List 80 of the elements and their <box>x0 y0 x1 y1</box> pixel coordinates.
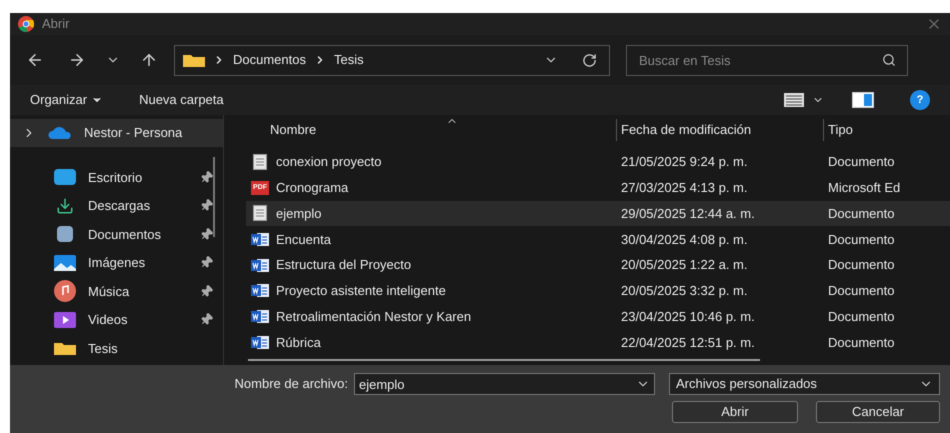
word-document-icon <box>251 258 269 273</box>
sidebar-label: Nestor - Persona <box>84 124 182 142</box>
column-header[interactable]: Fecha de modificación <box>616 119 823 141</box>
music-icon <box>54 280 76 302</box>
address-bar[interactable]: Documentos Tesis <box>174 44 610 76</box>
filename-field[interactable]: ejemplo <box>354 373 655 395</box>
documents-icon <box>57 226 73 242</box>
file-row[interactable]: Rúbrica 22/04/2025 12:51 p. m. Documento <box>246 330 950 356</box>
word-document-icon <box>251 334 269 350</box>
filename-label: Nombre de archivo: <box>234 375 348 394</box>
file-row[interactable]: conexion proyecto 21/05/2025 9:24 p. m. Documento <box>246 149 950 175</box>
file-row[interactable]: Estructura del Proyecto 20/05/2025 1:22 a. m. Documento <box>246 252 950 278</box>
file-name: Cronograma <box>276 178 348 197</box>
file-type: Documento <box>827 334 894 352</box>
file-row[interactable]: Encuenta 30/04/2025 4:08 p. m. Documento <box>246 226 950 252</box>
modified-date: 29/05/2025 12:44 a. m. <box>620 204 756 223</box>
modified-date: 20/05/2025 3:32 p. m. <box>620 282 748 300</box>
sidebar-item[interactable]: Descargas <box>54 192 213 220</box>
folder-icon <box>54 341 76 356</box>
search-field[interactable]: Buscar en Tesis <box>626 44 908 76</box>
search-icon <box>882 52 896 66</box>
sidebar-item[interactable]: Videos <box>54 306 213 334</box>
file-name: Rúbrica <box>276 334 321 352</box>
file-name: Proyecto asistente inteligente <box>276 282 446 300</box>
download-icon <box>56 196 74 215</box>
file-type-dropdown[interactable]: Archivos personalizados <box>669 373 940 395</box>
modified-date: 22/04/2025 12:51 p. m. <box>620 334 756 352</box>
modified-date: 27/03/2025 4:13 p. m. <box>620 178 748 197</box>
file-type: Documento <box>827 153 894 172</box>
video-icon <box>54 312 76 328</box>
preview-pane-icon[interactable] <box>852 92 874 108</box>
sidebar-item[interactable]: Escritorio <box>54 163 213 192</box>
up-icon[interactable] <box>140 51 158 69</box>
modified-date: 30/04/2025 4:08 p. m. <box>620 230 748 249</box>
window-title: Abrir <box>42 15 70 34</box>
view-list-icon[interactable] <box>784 93 804 107</box>
file-row[interactable]: Proyecto asistente inteligente 20/05/2025 3:32 p. m. Documento <box>246 278 950 304</box>
file-type: Documento <box>827 308 894 326</box>
sidebar-item[interactable]: Documentos <box>54 220 213 248</box>
browser-logo-icon <box>18 16 34 32</box>
word-document-icon <box>251 232 269 247</box>
text-file-icon <box>253 205 267 222</box>
modified-date: 21/05/2025 9:24 p. m. <box>620 153 748 172</box>
word-document-icon <box>251 283 269 298</box>
modified-date: 23/04/2025 10:46 p. m. <box>620 308 756 326</box>
sidebar-item[interactable]: Imágenes <box>54 248 213 277</box>
column-header[interactable]: Nombre <box>246 119 616 141</box>
folder-icon <box>183 53 205 67</box>
desktop-icon <box>54 169 76 186</box>
open-button[interactable]: Abrir <box>672 401 798 423</box>
new-folder-button[interactable]: Nueva carpeta <box>139 90 224 110</box>
file-type: Documento <box>827 282 894 300</box>
modified-date: 20/05/2025 1:22 a. m. <box>620 256 748 274</box>
breadcrumb-item[interactable]: Documentos <box>233 50 306 70</box>
file-name: Retroalimentación Nestor y Karen <box>276 308 472 326</box>
file-type: Documento <box>827 204 894 223</box>
file-name: Encuenta <box>276 230 331 249</box>
column-header[interactable]: Tipo <box>823 119 950 141</box>
sidebar-item[interactable]: Nestor - Persona <box>10 119 223 147</box>
file-row[interactable]: ejemplo 29/05/2025 12:44 a. m. Documento <box>246 200 950 226</box>
refresh-icon[interactable] <box>582 52 597 68</box>
back-icon[interactable] <box>26 51 44 69</box>
file-type: Documento <box>827 230 894 249</box>
help-icon[interactable]: ? <box>910 90 930 110</box>
sidebar-item[interactable]: Tesis <box>54 334 213 362</box>
file-row[interactable]: Retroalimentación Nestor y Karen 23/04/2025 10:46 p. m. Documento <box>246 304 950 330</box>
file-type: Microsoft Ed <box>827 178 900 197</box>
pictures-icon <box>54 254 76 271</box>
file-name: ejemplo <box>276 204 322 223</box>
file-type: Documento <box>827 256 894 274</box>
text-file-icon <box>253 154 267 170</box>
sidebar-item[interactable]: Música <box>54 277 213 306</box>
file-name: Estructura del Proyecto <box>276 256 412 274</box>
file-name: conexion proyecto <box>276 153 382 172</box>
word-document-icon <box>251 309 269 324</box>
cloud-icon <box>48 127 72 139</box>
breadcrumb-item[interactable]: Tesis <box>334 50 364 70</box>
organize-menu-button[interactable]: Organizar <box>30 90 104 110</box>
forward-icon[interactable] <box>68 51 86 69</box>
cancel-button[interactable]: Cancelar <box>816 401 940 423</box>
